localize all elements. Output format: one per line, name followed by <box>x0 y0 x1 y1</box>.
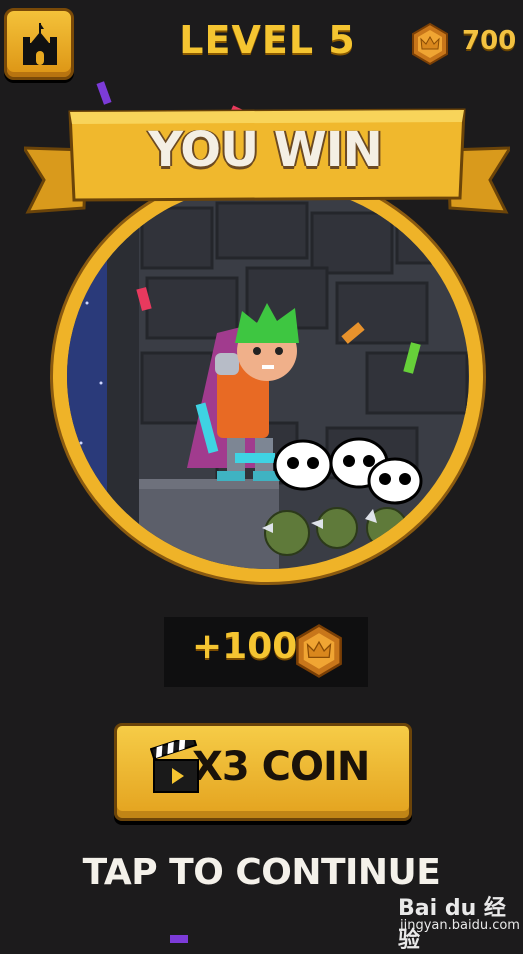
banner-title: YOU WIN <box>148 122 383 178</box>
clapperboard-icon <box>150 740 199 793</box>
watermark-url: jingyan.baidu.com <box>400 918 520 933</box>
victory-scene <box>67 183 469 569</box>
tap-to-continue[interactable]: TAP TO CONTINUE <box>60 852 463 893</box>
reward-amount: +100 <box>192 626 298 667</box>
crown-coin-icon <box>296 624 342 678</box>
x3-coin-label[interactable]: X3 COIN <box>192 744 370 790</box>
